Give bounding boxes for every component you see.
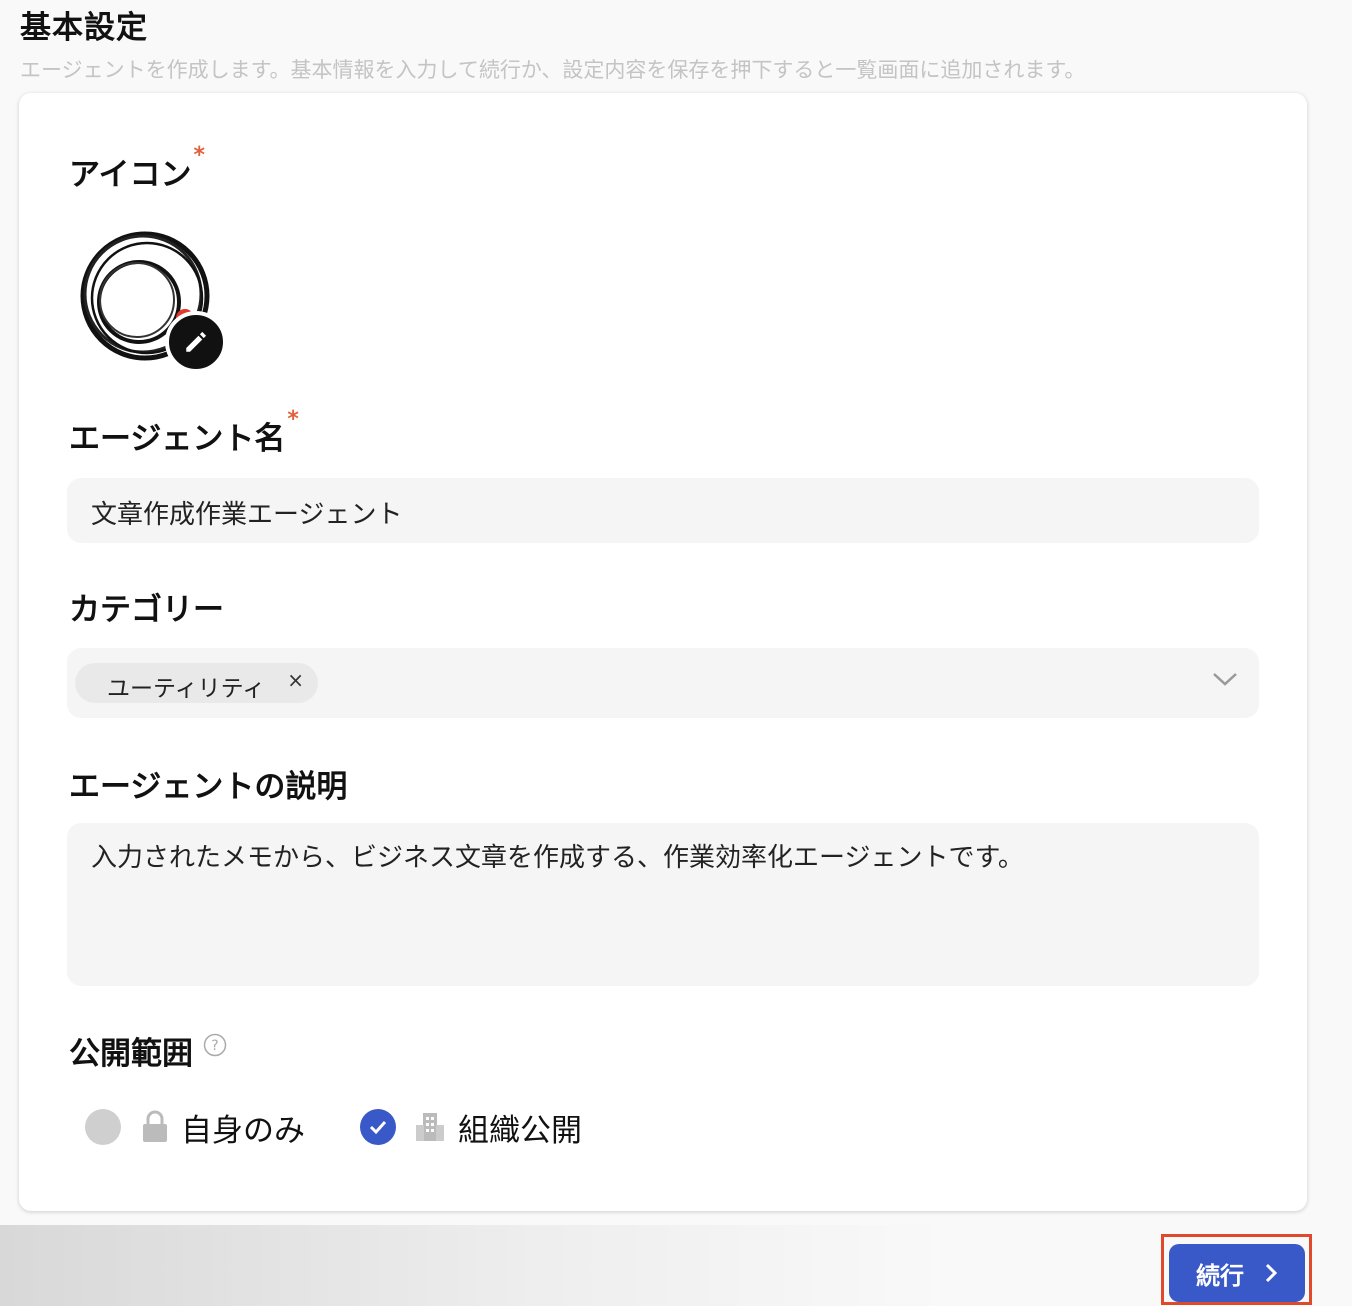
chevron-down-icon[interactable] bbox=[1211, 670, 1239, 688]
radio-unselected[interactable] bbox=[85, 1109, 121, 1145]
description-label: エージェントの説明 bbox=[69, 769, 348, 805]
footer-bar bbox=[0, 1225, 1352, 1306]
svg-text:?: ? bbox=[211, 1038, 218, 1054]
visibility-option-organization[interactable]: 組織公開 bbox=[360, 1105, 582, 1149]
building-icon bbox=[416, 1113, 444, 1141]
radio-selected[interactable] bbox=[360, 1109, 396, 1145]
basic-settings-card: アイコン* エージェント名* 文章作成作業エージェント カテゴリー ユーティリテ… bbox=[19, 93, 1307, 1211]
continue-button[interactable]: 続行 bbox=[1169, 1244, 1305, 1302]
agent-name-input[interactable]: 文章作成作業エージェント bbox=[67, 478, 1259, 543]
category-label: カテゴリー bbox=[69, 592, 224, 628]
edit-avatar-button[interactable] bbox=[165, 311, 227, 373]
visibility-label: 公開範囲 bbox=[69, 1036, 193, 1072]
lock-icon bbox=[143, 1110, 167, 1142]
category-chip: ユーティリティ × bbox=[75, 663, 318, 703]
continue-label: 続行 bbox=[1196, 1261, 1244, 1290]
visibility-option-private[interactable]: 自身のみ bbox=[85, 1105, 305, 1149]
remove-chip-button[interactable]: × bbox=[287, 668, 304, 692]
visibility-option-label: 自身のみ bbox=[181, 1112, 305, 1149]
agent-name-label: エージェント名* bbox=[69, 407, 299, 457]
description-textarea[interactable]: 入力されたメモから、ビジネス文章を作成する、作業効率化エージェントです。 bbox=[67, 823, 1259, 986]
category-select[interactable]: ユーティリティ × bbox=[67, 648, 1259, 718]
page-title: 基本設定 bbox=[20, 10, 148, 46]
visibility-option-label: 組織公開 bbox=[458, 1112, 582, 1149]
required-mark: * bbox=[193, 143, 205, 168]
icon-label: アイコン* bbox=[69, 143, 205, 193]
category-chip-label: ユーティリティ bbox=[107, 676, 266, 702]
pencil-icon bbox=[186, 331, 207, 352]
chevron-right-icon bbox=[1265, 1263, 1278, 1283]
checkmark-icon bbox=[369, 1120, 387, 1135]
help-icon[interactable]: ? bbox=[203, 1033, 227, 1057]
page-subtitle: エージェントを作成します。基本情報を入力して続行か、設定内容を保存を押下すると一… bbox=[20, 58, 1086, 82]
required-mark: * bbox=[287, 407, 299, 432]
continue-highlight: 続行 bbox=[1161, 1234, 1312, 1305]
